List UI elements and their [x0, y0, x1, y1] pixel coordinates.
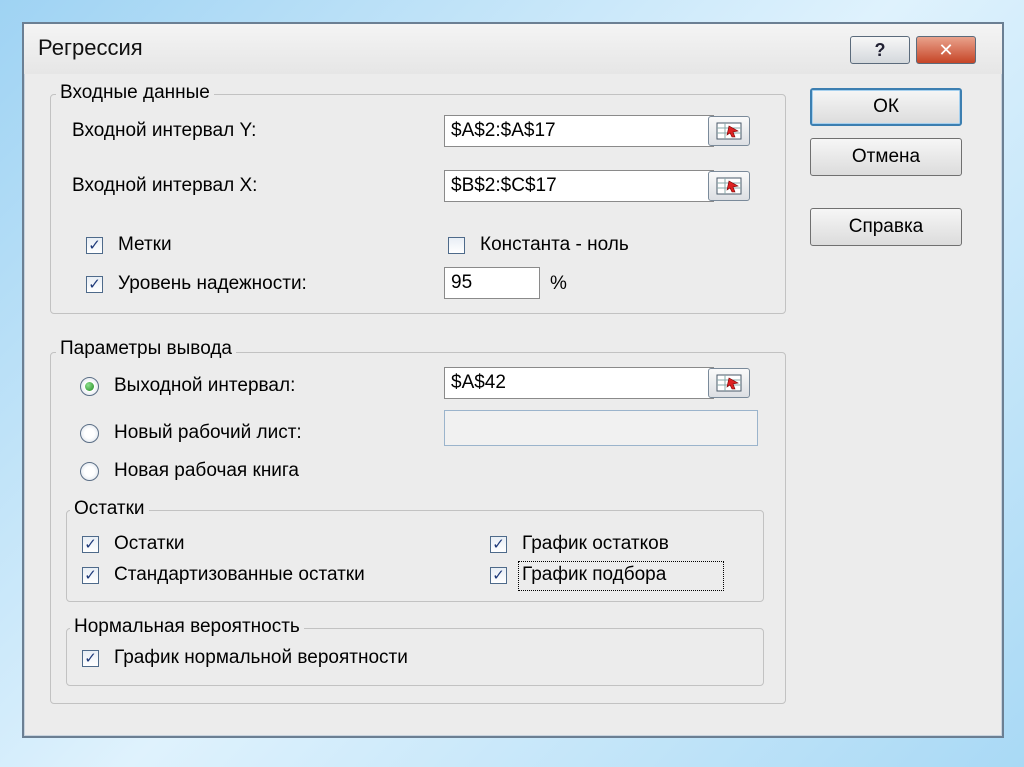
output-group-legend: Параметры вывода	[56, 338, 236, 360]
normal-plot-checkbox[interactable]: ✓	[82, 650, 99, 667]
checkmark-icon: ✓	[84, 567, 97, 584]
new-book-radio[interactable]	[80, 462, 99, 481]
normal-plot-label: График нормальной вероятности	[114, 647, 408, 668]
new-sheet-field[interactable]	[444, 410, 758, 446]
cancel-button[interactable]: Отмена	[810, 138, 962, 176]
checkmark-icon: ✓	[492, 536, 505, 553]
help-button[interactable]: Справка	[810, 208, 962, 246]
residuals-label: Остатки	[114, 533, 185, 554]
checkmark-icon: ✓	[84, 536, 97, 553]
new-sheet-radio[interactable]	[80, 424, 99, 443]
title-bar[interactable]: Регрессия ? ✕	[24, 24, 1002, 74]
range-select-icon	[716, 374, 742, 392]
residuals-legend: Остатки	[70, 498, 149, 520]
new-sheet-label: Новый рабочий лист:	[114, 422, 302, 443]
labels-checkbox[interactable]: ✓	[86, 237, 103, 254]
checkmark-icon: ✓	[88, 237, 101, 254]
range-select-icon	[716, 177, 742, 195]
output-range-radio[interactable]	[80, 377, 99, 396]
fit-plot-checkbox[interactable]: ✓	[490, 567, 507, 584]
percent-label: %	[550, 273, 567, 294]
help-title-button[interactable]: ?	[850, 36, 910, 64]
standardized-residuals-checkbox[interactable]: ✓	[82, 567, 99, 584]
const-zero-label: Константа - ноль	[480, 234, 629, 255]
standardized-residuals-label: Стандартизованные остатки	[114, 564, 365, 585]
range-select-icon	[716, 122, 742, 140]
question-icon: ?	[874, 39, 886, 60]
labels-label: Метки	[118, 234, 172, 255]
residual-plot-label: График остатков	[522, 533, 669, 554]
normal-probability-legend: Нормальная вероятность	[70, 616, 304, 638]
checkmark-icon: ✓	[84, 650, 97, 667]
checkmark-icon: ✓	[88, 276, 101, 293]
output-range-label: Выходной интервал:	[114, 375, 296, 396]
output-range-ref-button[interactable]	[708, 368, 750, 398]
input-x-label: Входной интервал X:	[72, 175, 258, 196]
confidence-checkbox[interactable]: ✓	[86, 276, 103, 293]
input-y-label: Входной интервал Y:	[72, 120, 257, 141]
confidence-field[interactable]: 95	[444, 267, 540, 299]
input-y-field[interactable]: $A$2:$A$17	[444, 115, 714, 147]
const-zero-checkbox[interactable]	[448, 237, 465, 254]
checkmark-icon: ✓	[492, 567, 505, 584]
radio-selected-dot	[85, 382, 94, 391]
confidence-label: Уровень надежности:	[118, 273, 307, 294]
close-icon: ✕	[938, 39, 954, 60]
dialog-title: Регрессия	[38, 35, 143, 60]
fit-plot-label: График подбора	[522, 564, 667, 585]
ok-button[interactable]: ОК	[810, 88, 962, 126]
input-group-legend: Входные данные	[56, 82, 214, 104]
close-button[interactable]: ✕	[916, 36, 976, 64]
input-x-field[interactable]: $B$2:$C$17	[444, 170, 714, 202]
regression-dialog: Регрессия ? ✕ Входные данные Входной инт…	[22, 22, 1004, 738]
residuals-checkbox[interactable]: ✓	[82, 536, 99, 553]
new-book-label: Новая рабочая книга	[114, 460, 299, 481]
output-range-field[interactable]: $A$42	[444, 367, 714, 399]
input-y-ref-button[interactable]	[708, 116, 750, 146]
input-x-ref-button[interactable]	[708, 171, 750, 201]
residual-plot-checkbox[interactable]: ✓	[490, 536, 507, 553]
